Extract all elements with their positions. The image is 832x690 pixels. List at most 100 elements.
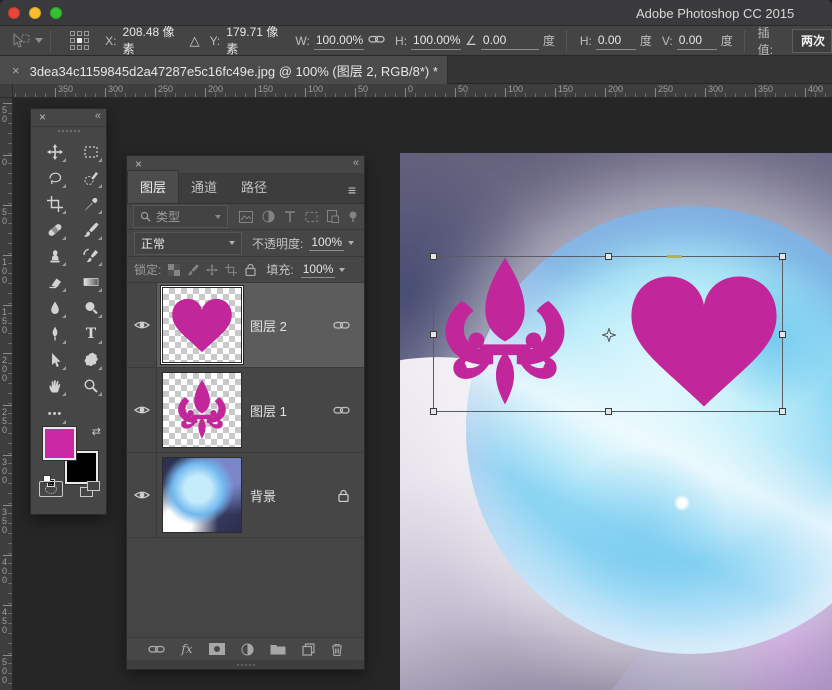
reference-point-locator[interactable] xyxy=(70,31,90,50)
opacity-dropdown[interactable]: 100% xyxy=(309,235,355,251)
y-position-field[interactable]: 179.71 像素 xyxy=(224,22,290,60)
filter-toggle-icon[interactable] xyxy=(348,211,358,223)
close-window-button[interactable] xyxy=(8,7,20,19)
filter-pixel-layers-icon[interactable] xyxy=(239,210,253,223)
tools-panel-close-icon[interactable]: × xyxy=(39,110,46,124)
lock-artboard-icon[interactable] xyxy=(225,263,238,276)
link-dimensions-icon[interactable] xyxy=(368,33,385,49)
skew-h-field[interactable]: 0.00 xyxy=(595,32,636,50)
height-field[interactable]: 100.00% xyxy=(411,32,462,50)
lock-all-icon[interactable] xyxy=(244,263,257,276)
tool-move[interactable] xyxy=(43,141,67,163)
tool-zoom[interactable] xyxy=(79,375,103,397)
layer-thumbnail-heart[interactable] xyxy=(162,287,242,363)
delete-layer-button[interactable] xyxy=(331,643,343,656)
new-group-button[interactable] xyxy=(270,643,286,655)
filter-type-layers-icon[interactable] xyxy=(284,210,296,223)
tool-crop[interactable] xyxy=(43,193,67,215)
link-layers-button[interactable] xyxy=(148,643,166,656)
handle-top-center[interactable] xyxy=(605,253,612,260)
new-layer-button[interactable] xyxy=(302,642,315,656)
handle-bottom-center[interactable] xyxy=(605,408,612,415)
layer-thumbnail-fleur[interactable] xyxy=(162,372,242,448)
screen-mode-button[interactable] xyxy=(79,481,100,497)
tool-spot-healing[interactable] xyxy=(43,219,67,241)
layer-row-layer2[interactable]: 图层 2 xyxy=(127,283,364,368)
tab-layers[interactable]: 图层 xyxy=(127,170,180,203)
lock-pixels-icon[interactable] xyxy=(187,263,199,276)
layer-row-background[interactable]: 背景 xyxy=(127,453,364,538)
layer-thumbnail-background[interactable] xyxy=(162,457,242,533)
visibility-eye-icon[interactable] xyxy=(133,489,150,501)
foreground-color-swatch[interactable] xyxy=(42,426,77,461)
layers-panel-close-icon[interactable]: × xyxy=(135,157,142,171)
visibility-eye-icon[interactable] xyxy=(133,404,150,416)
tool-eyedropper[interactable] xyxy=(79,193,103,215)
interpolation-dropdown[interactable]: 两次 xyxy=(792,28,832,53)
handle-bottom-left[interactable] xyxy=(430,408,437,415)
filter-type-dropdown[interactable]: 类型 xyxy=(133,205,228,228)
tool-brush[interactable] xyxy=(79,219,103,241)
document-tab[interactable]: × 3dea34c1159845d2a47287e5c16fc49e.jpg @… xyxy=(0,56,448,84)
minimize-window-button[interactable] xyxy=(29,7,41,19)
tool-quick-select[interactable] xyxy=(79,167,103,189)
tool-pen[interactable] xyxy=(43,323,67,345)
handle-bottom-right[interactable] xyxy=(779,408,786,415)
quick-mask-button[interactable] xyxy=(39,481,64,497)
zoom-window-button[interactable] xyxy=(50,7,62,19)
adjustment-layer-button[interactable] xyxy=(241,642,254,656)
layer-name[interactable]: 图层 1 xyxy=(250,401,287,420)
layer-row-layer1[interactable]: 图层 1 xyxy=(127,368,364,453)
filter-adjustment-layers-icon[interactable] xyxy=(262,210,275,223)
tool-dodge[interactable] xyxy=(79,297,103,319)
delta-icon[interactable]: △ xyxy=(190,33,200,49)
handle-top-left[interactable] xyxy=(430,253,437,260)
x-position-field[interactable]: 208.48 像素 xyxy=(120,22,186,60)
tool-marquee[interactable] xyxy=(79,141,103,163)
width-field[interactable]: 100.00% xyxy=(313,32,365,50)
layer-name[interactable]: 背景 xyxy=(250,486,276,505)
add-mask-button[interactable] xyxy=(208,643,225,655)
filter-smart-objects-icon[interactable] xyxy=(327,210,339,223)
tab-paths[interactable]: 路径 xyxy=(229,171,279,203)
tool-gradient[interactable] xyxy=(79,271,103,293)
swap-colors-icon[interactable]: ⇄ xyxy=(92,425,101,438)
tool-type[interactable]: T xyxy=(79,323,103,345)
lock-position-icon[interactable] xyxy=(206,263,219,276)
layer-style-button[interactable]: fx xyxy=(181,642,192,656)
transform-reference-point[interactable] xyxy=(602,328,616,342)
tool-custom-shape[interactable] xyxy=(79,349,103,371)
vertical-ruler[interactable]: 50050100150200250300350400450500 xyxy=(0,98,13,690)
panel-menu-icon[interactable]: ≡ xyxy=(348,182,356,198)
lock-transparent-icon[interactable] xyxy=(168,263,181,276)
layers-panel-collapse-icon[interactable]: « xyxy=(353,157,359,169)
tools-panel-collapse-icon[interactable]: « xyxy=(95,110,101,122)
blend-mode-dropdown[interactable]: 正常 xyxy=(134,231,242,255)
filter-shape-layers-icon[interactable] xyxy=(305,211,318,223)
fill-dropdown[interactable]: 100% xyxy=(300,262,346,278)
skew-v-field[interactable]: 0.00 xyxy=(676,32,717,50)
skew-h-label: H: xyxy=(579,33,592,48)
tool-preset-chevron-icon[interactable] xyxy=(35,38,44,43)
transform-bounding-box[interactable] xyxy=(430,253,786,415)
tool-eraser[interactable] xyxy=(43,271,67,293)
tool-history-brush[interactable] xyxy=(79,245,103,267)
tool-clone-stamp[interactable] xyxy=(43,245,67,267)
tab-channels[interactable]: 通道 xyxy=(179,171,229,203)
tool-lasso[interactable] xyxy=(43,167,67,189)
layer-name[interactable]: 图层 2 xyxy=(250,316,287,335)
handle-top-right[interactable] xyxy=(779,253,786,260)
handle-middle-right[interactable] xyxy=(779,331,786,338)
handle-middle-left[interactable] xyxy=(430,331,437,338)
visibility-eye-icon[interactable] xyxy=(133,319,150,331)
tools-panel: × « T ••• ⇄ xyxy=(30,108,107,515)
rotation-field[interactable]: 0.00 xyxy=(480,32,539,50)
tab-close-icon[interactable]: × xyxy=(12,63,20,78)
tool-path-select[interactable] xyxy=(43,349,67,371)
tool-more-tools[interactable]: ••• xyxy=(43,403,67,425)
tool-hand[interactable] xyxy=(43,375,67,397)
horizontal-ruler[interactable]: 350 300 250 200 150 100 50 0 50 100 150 200 250 300 35… xyxy=(13,84,832,98)
canvas-image[interactable] xyxy=(400,153,832,690)
move-tool-preset-icon[interactable] xyxy=(10,32,31,50)
tool-blur[interactable] xyxy=(43,297,67,319)
